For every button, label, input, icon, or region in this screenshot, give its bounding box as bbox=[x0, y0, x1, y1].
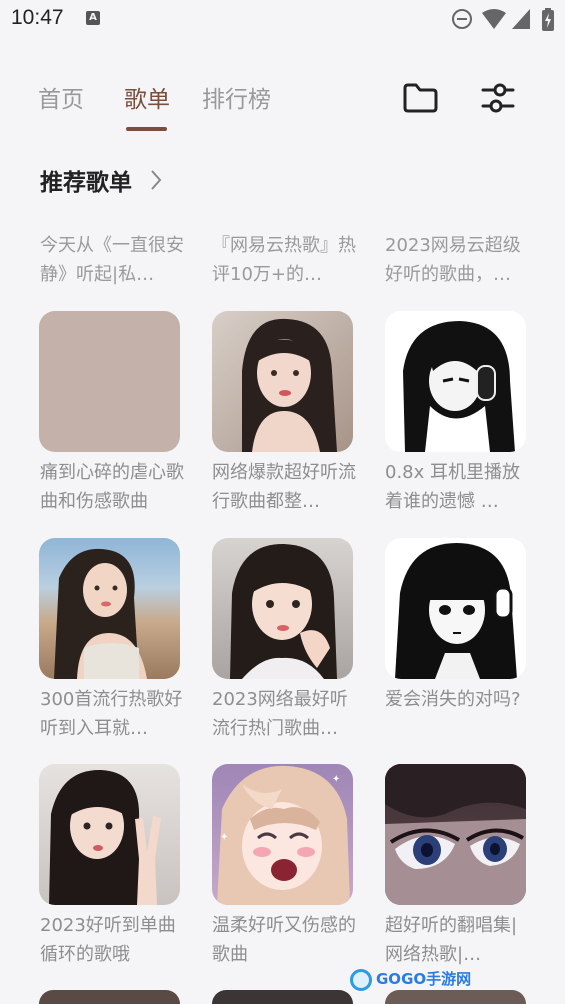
tab-home[interactable]: 首页 bbox=[38, 80, 84, 114]
playlist-title[interactable]: 温柔好听又伤感的歌曲 bbox=[212, 911, 358, 969]
playlist-cover[interactable] bbox=[385, 764, 526, 905]
wifi-icon bbox=[482, 9, 506, 29]
girl-beach-image bbox=[54, 548, 147, 679]
playlist-title[interactable]: 300首流行热歌好听到入耳就… bbox=[40, 685, 186, 743]
playlist-cover[interactable] bbox=[385, 311, 526, 452]
playlist-title[interactable]: 2023好听到单曲循环的歌哦 bbox=[40, 911, 186, 969]
signal-icon bbox=[512, 9, 530, 29]
anime-headphones-image bbox=[403, 321, 515, 452]
svg-text:✦: ✦ bbox=[220, 832, 228, 843]
status-time: 10:47 bbox=[11, 6, 64, 29]
playlist-cover[interactable] bbox=[39, 311, 180, 452]
playlist-cover[interactable] bbox=[385, 538, 526, 679]
watermark-text: GOGO手游网 bbox=[376, 970, 472, 988]
playlist-cover-partial[interactable] bbox=[212, 990, 353, 1004]
do-not-disturb-icon bbox=[452, 9, 472, 29]
playlist-cover[interactable]: ✦ ✦ bbox=[212, 764, 353, 905]
playlist-cover[interactable] bbox=[39, 538, 180, 679]
watermark-circle-icon bbox=[350, 968, 372, 991]
battery-icon bbox=[542, 8, 554, 31]
playlist-cover[interactable] bbox=[212, 538, 353, 679]
playlist-cover-partial[interactable] bbox=[39, 990, 180, 1004]
anime-girl-bw-image bbox=[395, 543, 517, 679]
svg-text:✦: ✦ bbox=[332, 774, 340, 785]
playlist-cover-partial[interactable] bbox=[385, 990, 526, 1004]
girl-peace-sign-image bbox=[49, 769, 161, 905]
playlist-title[interactable]: 超好听的翻唱集|网络热歌|… bbox=[385, 911, 531, 969]
status-bar: 10:47 A bbox=[0, 0, 565, 40]
watermark-logo: GOGO手游网 bbox=[350, 968, 471, 991]
girl-hand-cheek-image bbox=[230, 543, 337, 679]
tab-charts[interactable]: 排行榜 bbox=[202, 80, 271, 114]
filter-settings-icon[interactable] bbox=[479, 80, 517, 116]
chevron-right-icon[interactable] bbox=[148, 168, 164, 192]
playlist-title[interactable]: 0.8x 耳机里播放着谁的遗憾 … bbox=[385, 458, 531, 516]
active-tab-indicator bbox=[126, 127, 167, 131]
playlist-cover[interactable] bbox=[39, 764, 180, 905]
section-title[interactable]: 推荐歌单 bbox=[40, 163, 132, 197]
playlist-cover[interactable] bbox=[212, 311, 353, 452]
anime-eyes-close-up-image bbox=[385, 764, 526, 905]
playlist-title[interactable]: 爱会消失的对吗? bbox=[385, 685, 531, 714]
playlist-title-top-3[interactable]: 2023网易云超级好听的歌曲，… bbox=[385, 231, 531, 289]
playlist-title[interactable]: 2023网络最好听流行热门歌曲… bbox=[212, 685, 358, 743]
playlist-title-top-2[interactable]: 『网易云热歌』热评10万+的… bbox=[212, 231, 358, 289]
notification-a-icon: A bbox=[86, 11, 100, 25]
folder-icon[interactable] bbox=[401, 80, 439, 116]
girl-portrait-image bbox=[242, 318, 337, 452]
playlist-title-top-1[interactable]: 今天从《一直很安静》听起|私… bbox=[40, 231, 186, 289]
anime-girl-crying-image: ✦ ✦ bbox=[217, 765, 350, 905]
tab-playlists[interactable]: 歌单 bbox=[124, 80, 170, 114]
playlist-title[interactable]: 痛到心碎的虐心歌曲和伤感歌曲 bbox=[40, 458, 186, 516]
playlist-title[interactable]: 网络爆款超好听流行歌曲都整… bbox=[212, 458, 358, 516]
